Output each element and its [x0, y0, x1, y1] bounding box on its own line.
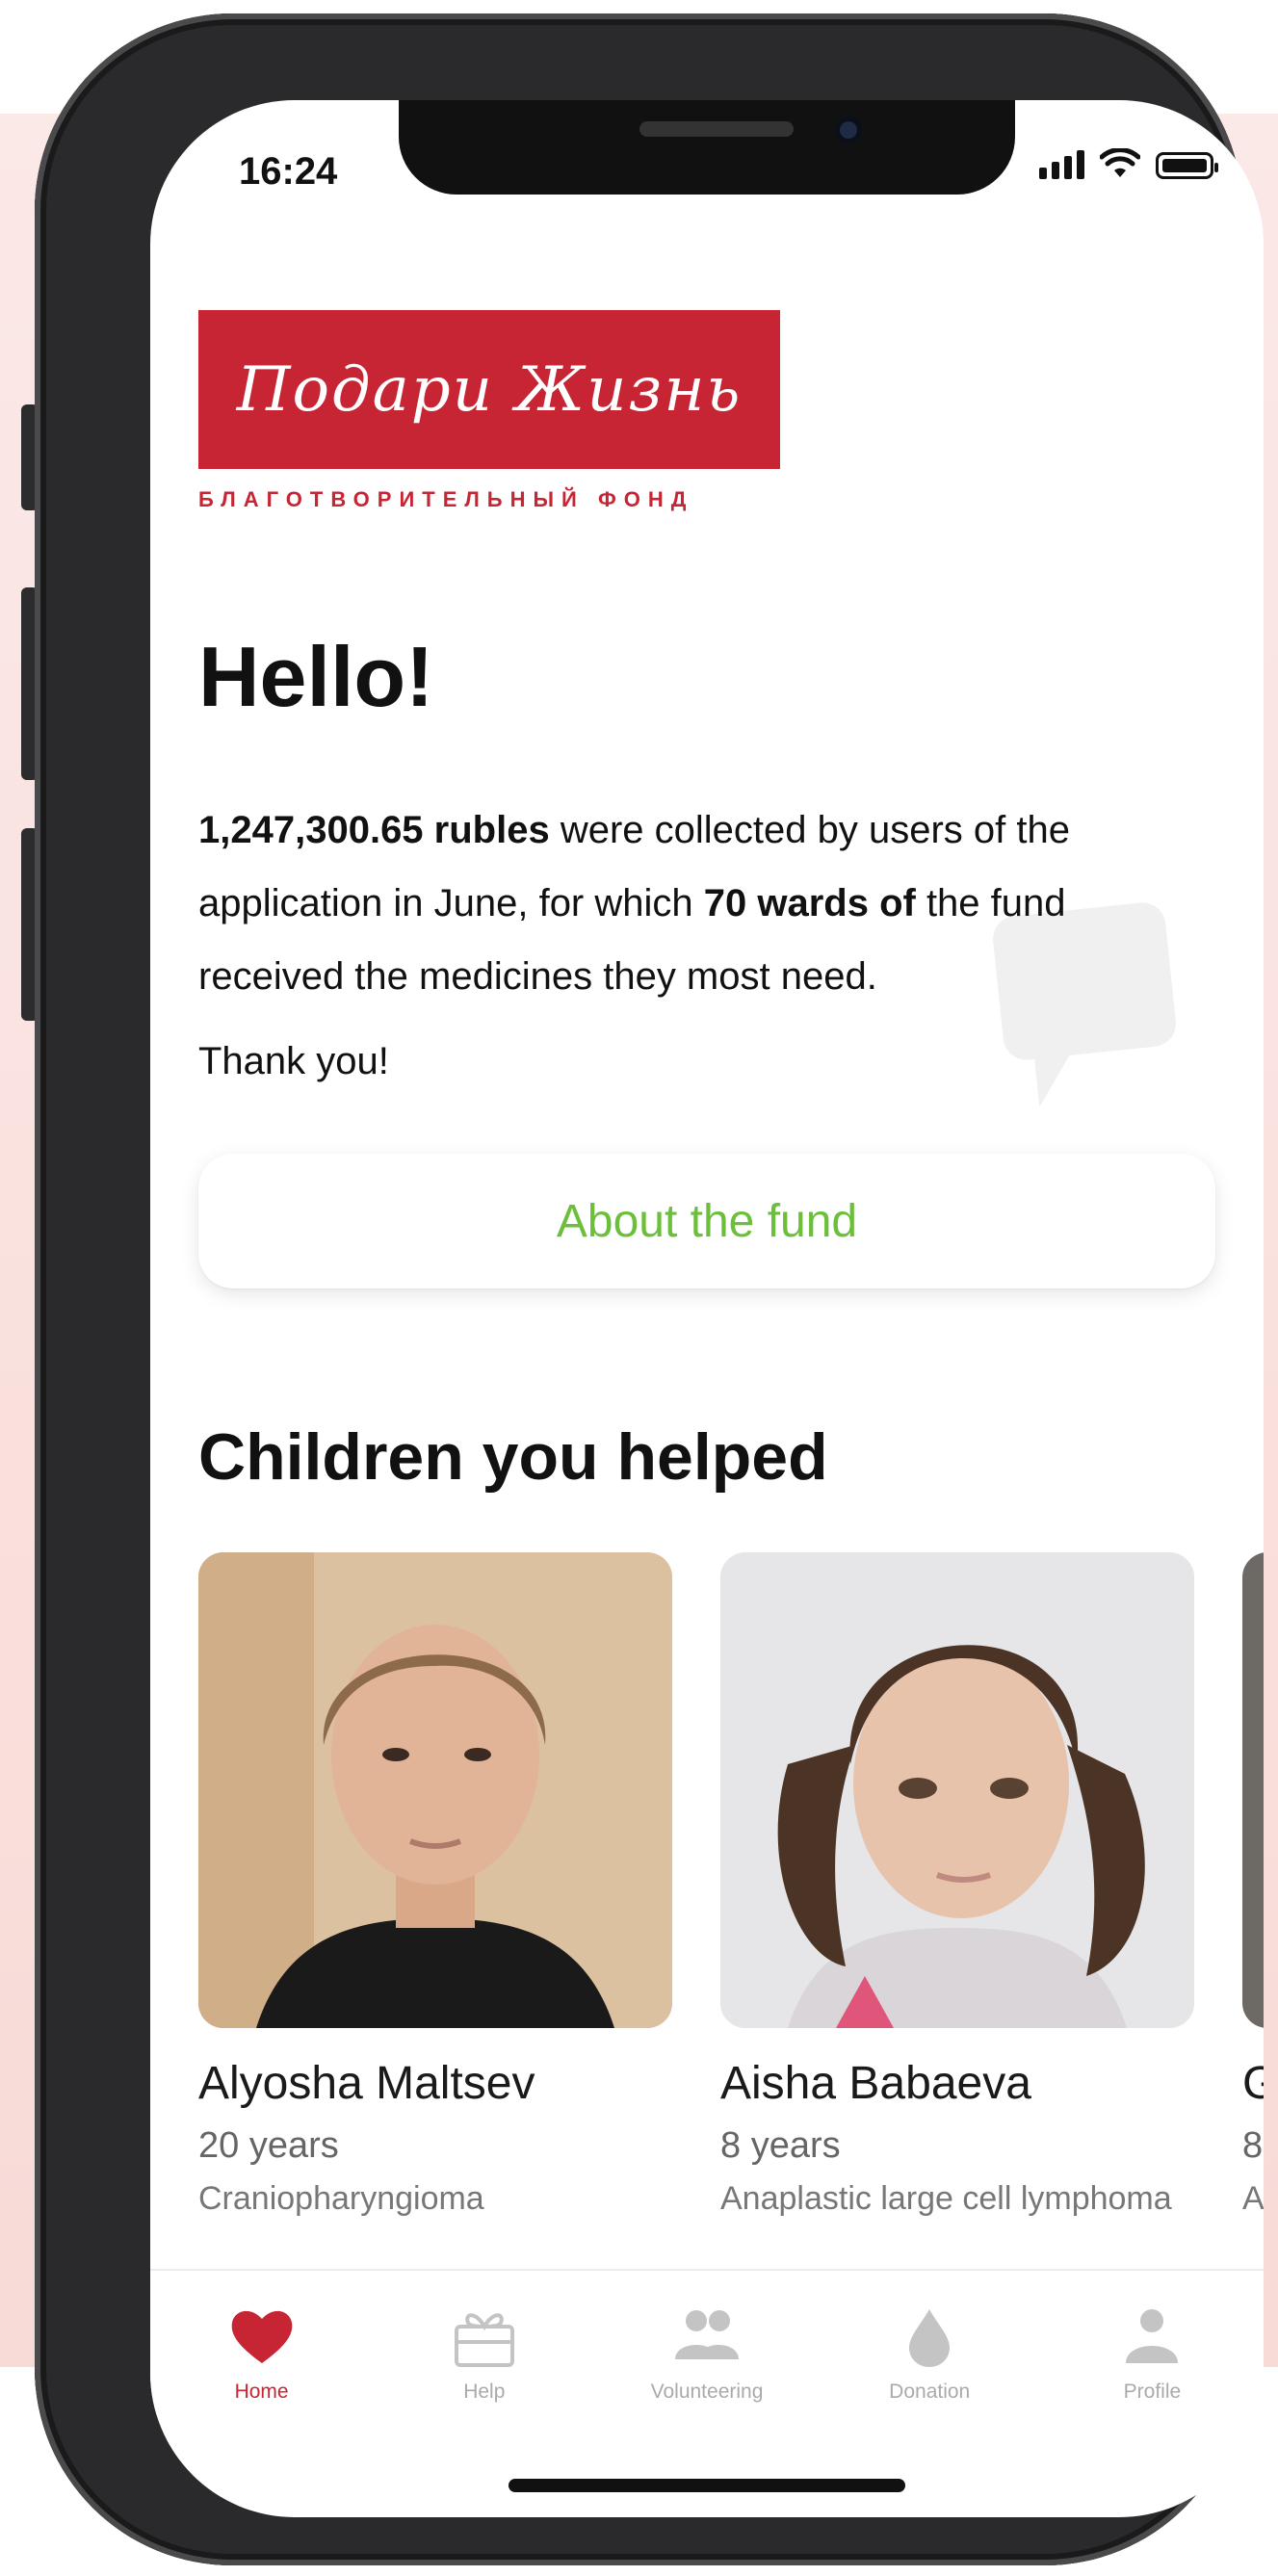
- home-indicator[interactable]: [509, 2479, 905, 2492]
- tab-volunteering[interactable]: Volunteering: [595, 2271, 818, 2415]
- child-photo: [198, 1552, 672, 2028]
- tab-profile[interactable]: Profile: [1041, 2271, 1264, 2415]
- child-photo: [1242, 1552, 1264, 2028]
- phone-screen: 16:24 Подари Жизнь БЛАГОТВОРИТЕЛЬНЫЙ ФОН…: [150, 100, 1264, 2517]
- child-age: 8: [1242, 2125, 1264, 2166]
- signal-icon: [1039, 150, 1084, 179]
- child-diagnosis: Anaplastic large cell lymphoma: [720, 2180, 1172, 2217]
- tab-donation[interactable]: Donation: [819, 2271, 1041, 2415]
- child-name: G: [1242, 2058, 1264, 2109]
- child-card[interactable]: Aisha Babaeva 8 years Anaplastic large c…: [720, 1552, 1194, 2223]
- about-fund-button[interactable]: About the fund: [198, 1154, 1215, 1288]
- child-age: 20 years: [198, 2125, 339, 2166]
- tab-bar: Home Help Volunteering Donation Profile: [150, 2269, 1264, 2415]
- collected-amount: 1,247,300.65 rubles: [198, 809, 550, 851]
- logo-subtitle: БЛАГОТВОРИТЕЛЬНЫЙ ФОНД: [198, 487, 694, 511]
- tab-label: Help: [463, 2381, 506, 2403]
- status-icons: [1039, 148, 1218, 179]
- portrait-image: [198, 1552, 672, 2028]
- status-time: 16:24: [239, 150, 338, 193]
- wards-count: 70 wards of: [703, 882, 916, 924]
- tab-home[interactable]: Home: [150, 2271, 373, 2415]
- child-name: Alyosha Maltsev: [198, 2058, 535, 2109]
- thanks-text: Thank you!: [198, 1040, 389, 1082]
- heart-icon: [231, 2310, 292, 2363]
- drop-icon: [909, 2309, 951, 2367]
- tab-label: Home: [234, 2381, 289, 2403]
- child-name: Aisha Babaeva: [720, 2058, 1031, 2109]
- portrait-image: [720, 1552, 1194, 2028]
- phone-frame: 16:24 Подари Жизнь БЛАГОТВОРИТЕЛЬНЫЙ ФОН…: [35, 13, 1264, 2565]
- person-icon: [1126, 2309, 1179, 2363]
- gift-icon: [454, 2313, 514, 2367]
- child-photo: [720, 1552, 1194, 2028]
- notch: [399, 100, 1015, 195]
- tab-label: Donation: [889, 2381, 971, 2403]
- battery-icon: [1156, 152, 1218, 179]
- child-age: 8 years: [720, 2125, 841, 2166]
- tab-help[interactable]: Help: [373, 2271, 595, 2415]
- intro-text: 1,247,300.65 rubles were collected by us…: [198, 794, 1200, 1013]
- speaker: [639, 121, 794, 137]
- child-card[interactable]: Alyosha Maltsev 20 years Craniopharyngio…: [198, 1552, 672, 2223]
- child-card[interactable]: G 8 A: [1242, 1552, 1264, 2223]
- people-icon: [675, 2310, 739, 2359]
- child-diagnosis: Craniopharyngioma: [198, 2180, 484, 2217]
- wifi-icon: [1100, 148, 1140, 177]
- fund-logo: Подари Жизнь: [198, 310, 780, 469]
- child-diagnosis: A: [1242, 2180, 1264, 2217]
- logo-script: Подари Жизнь: [236, 353, 743, 426]
- section-title: Children you helped: [198, 1420, 828, 1494]
- tab-label: Volunteering: [650, 2381, 764, 2403]
- tab-label: Profile: [1123, 2381, 1182, 2403]
- page-title: Hello!: [198, 629, 434, 724]
- camera-icon: [834, 116, 863, 144]
